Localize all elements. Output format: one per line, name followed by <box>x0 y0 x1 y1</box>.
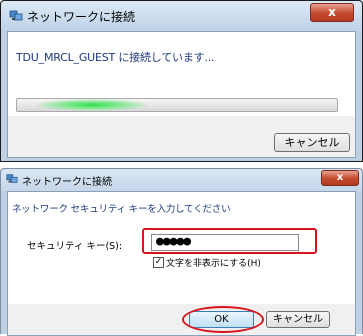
hide-characters-label: 文字を非表示にする(H) <box>166 259 261 269</box>
check-icon: ✓ <box>154 257 163 267</box>
dialog-title: ネットワークに接続 <box>22 177 112 188</box>
title-bar: ネットワークに接続 x <box>1 169 362 191</box>
cancel-button[interactable]: キャンセル <box>266 311 330 328</box>
network-icon <box>9 10 23 21</box>
dialog-content: TDU_MRCL_GUEST に接続しています... <box>7 31 356 117</box>
close-icon: x <box>336 172 344 183</box>
network-icon <box>6 174 18 183</box>
cancel-button[interactable]: キャンセル <box>274 133 350 152</box>
dialog-content: ネットワーク セキュリティ キーを入力してください セキュリティ キー(S): … <box>7 191 356 305</box>
connecting-dialog: ネットワークに接続 x TDU_MRCL_GUEST に接続しています... キ… <box>0 0 363 162</box>
progress-bar <box>16 98 338 112</box>
close-icon: x <box>328 5 336 19</box>
close-button[interactable]: x <box>310 3 354 22</box>
dialog-footer: キャンセル <box>7 116 356 158</box>
hide-characters-checkbox[interactable]: ✓ <box>153 257 164 268</box>
security-key-dialog: ネットワークに接続 x ネットワーク セキュリティ キーを入力してください セキ… <box>0 168 363 336</box>
progress-indicator <box>37 99 147 111</box>
title-bar: ネットワークに接続 x <box>1 1 362 31</box>
highlight-ring <box>182 306 264 333</box>
connecting-message: TDU_MRCL_GUEST に接続しています... <box>16 51 215 64</box>
instruction-text: ネットワーク セキュリティ キーを入力してください <box>12 204 231 215</box>
dialog-title: ネットワークに接続 <box>27 10 136 24</box>
highlight-box <box>142 228 317 254</box>
dialog-footer: OK キャンセル <box>7 304 356 336</box>
security-key-label: セキュリティ キー(S): <box>27 241 123 252</box>
close-button[interactable]: x <box>321 170 359 186</box>
